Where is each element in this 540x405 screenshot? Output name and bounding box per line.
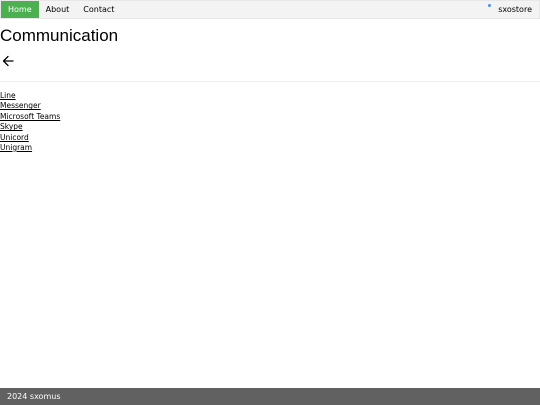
top-navigation-bar: Home About Contact sxostore [0, 0, 540, 19]
list-item: Microsoft Teams [0, 112, 60, 122]
list-item: Unigram [0, 143, 60, 153]
back-button[interactable] [1, 54, 15, 68]
arrow-left-icon [2, 55, 14, 67]
section-divider [0, 81, 540, 82]
app-link-microsoft-teams[interactable]: Microsoft Teams [0, 112, 60, 121]
communication-app-list: Line Messenger Microsoft Teams Skype Uni… [0, 91, 60, 153]
list-item: Skype [0, 122, 60, 132]
nav-brand-link[interactable]: sxostore [491, 1, 539, 18]
app-link-skype[interactable]: Skype [0, 122, 23, 131]
list-item: Line [0, 91, 60, 101]
nav-contact-link[interactable]: Contact [76, 1, 121, 18]
list-item: Messenger [0, 101, 60, 111]
page-title: Communication [0, 26, 119, 45]
nav-about-link[interactable]: About [39, 1, 77, 18]
app-link-unicord[interactable]: Unicord [0, 133, 29, 142]
footer: 2024 sxomus [0, 388, 540, 405]
nav-home-link[interactable]: Home [1, 1, 39, 18]
app-link-line[interactable]: Line [0, 91, 16, 100]
status-dot-icon [488, 4, 491, 7]
list-item: Unicord [0, 133, 60, 143]
page: Home About Contact sxostore Communicatio… [0, 0, 540, 405]
footer-text: 2024 sxomus [7, 392, 61, 401]
app-link-messenger[interactable]: Messenger [0, 101, 41, 110]
app-link-unigram[interactable]: Unigram [0, 143, 32, 152]
